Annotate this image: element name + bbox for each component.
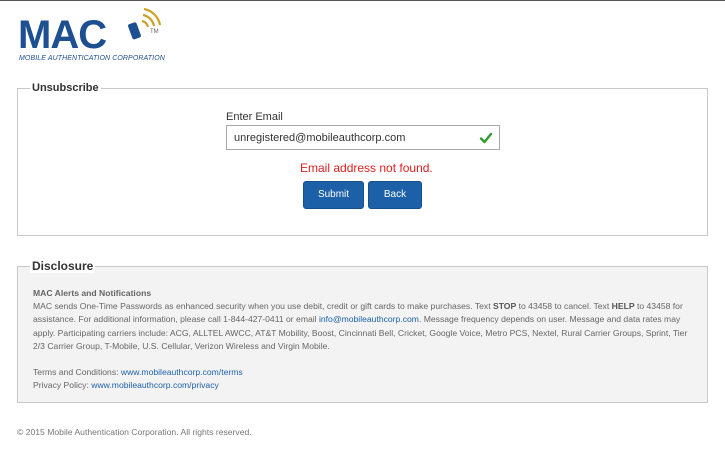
terms-label: Terms and Conditions: <box>33 367 121 378</box>
checkmark-icon <box>479 132 493 144</box>
support-email-link[interactable]: info@mobileauthcorp.com <box>319 314 419 324</box>
email-value[interactable]: unregistered@mobileauthcorp.com <box>234 132 405 144</box>
email-label: Enter Email <box>226 111 283 123</box>
disclosure-title: MAC Alerts and Notifications <box>33 288 152 298</box>
privacy-label: Privacy Policy: <box>33 380 92 391</box>
privacy-link[interactable]: www.mobileauthcorp.com/privacy <box>91 380 219 390</box>
logo-tagline: MOBILE AUTHENTICATION CORPORATION <box>19 55 165 62</box>
submit-button[interactable]: Submit <box>303 181 364 209</box>
privacy-line: Privacy Policy: www.mobileauthcorp.com/p… <box>33 379 695 392</box>
disclosure-panel: Disclosure MAC Alerts and Notifications … <box>17 259 708 403</box>
copyright-footer: © 2015 Mobile Authentication Corporation… <box>17 427 252 437</box>
help-keyword: HELP <box>611 301 635 312</box>
unsubscribe-legend: Unsubscribe <box>30 82 101 94</box>
unsubscribe-panel: Unsubscribe Enter Email unregistered@mob… <box>17 82 708 236</box>
signal-waves-icon <box>128 7 162 40</box>
stop-keyword: STOP <box>492 301 517 312</box>
disclosure-text-1: MAC sends One-Time Passwords as enhanced… <box>33 301 493 312</box>
logo-wordmark: MAC <box>18 13 107 57</box>
terms-line: Terms and Conditions: www.mobileauthcorp… <box>33 366 695 379</box>
mac-logo: MAC TM MOBILE AUTHENTICATION CORPORATION <box>18 7 165 65</box>
terms-link[interactable]: www.mobileauthcorp.com/terms <box>121 367 243 377</box>
disclosure-body: MAC Alerts and Notifications MAC sends O… <box>33 287 695 392</box>
disclosure-legend: Disclosure <box>30 259 96 273</box>
error-message: Email address not found. <box>300 161 433 175</box>
trademark-mark: TM <box>150 29 159 35</box>
disclosure-paragraph: MAC sends One-Time Passwords as enhanced… <box>33 300 695 353</box>
email-field[interactable]: unregistered@mobileauthcorp.com <box>226 125 500 150</box>
disclosure-text-2: to 43458 to cancel. Text <box>516 301 612 312</box>
back-button[interactable]: Back <box>368 181 422 209</box>
